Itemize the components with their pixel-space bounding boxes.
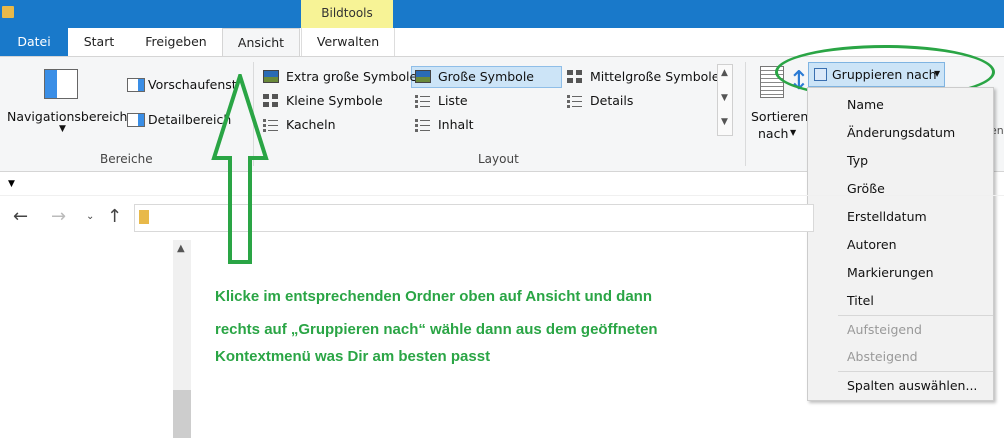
scrollbar-thumb[interactable] — [173, 390, 191, 438]
chevron-down-icon[interactable]: ▼ — [59, 124, 66, 134]
instruction-line-1: Klicke im entsprechenden Ordner oben auf… — [215, 288, 653, 305]
menu-item-tags[interactable]: Markierungen — [847, 265, 934, 280]
folder-icon — [139, 210, 149, 224]
tab-ansicht[interactable]: Ansicht — [222, 28, 300, 58]
layout-small-icons[interactable]: Kleine Symbole — [286, 93, 383, 108]
menu-separator — [838, 371, 993, 372]
tab-verwalten[interactable]: Verwalten — [301, 28, 395, 56]
gallery-expand-icon[interactable]: ▼ — [721, 117, 728, 127]
large-icons-icon — [415, 70, 431, 83]
sort-by-button-line2[interactable]: nach — [758, 126, 788, 141]
layout-content[interactable]: Inhalt — [438, 117, 474, 132]
sort-by-button[interactable]: Sortieren — [751, 109, 808, 124]
layout-large-icons[interactable]: Große Symbole — [438, 69, 534, 84]
back-arrow-icon[interactable]: ← — [13, 206, 28, 227]
layout-details[interactable]: Details — [590, 93, 633, 108]
preview-pane-icon[interactable] — [127, 78, 145, 92]
tab-freigeben[interactable]: Freigeben — [134, 28, 218, 56]
group-label-layout: Layout — [478, 152, 519, 166]
menu-item-modified-date[interactable]: Änderungsdatum — [847, 125, 955, 140]
menu-item-name[interactable]: Name — [847, 97, 884, 112]
chevron-down-icon[interactable]: ▼ — [790, 128, 796, 137]
forward-arrow-icon[interactable]: → — [51, 206, 66, 227]
content-icon — [415, 118, 431, 132]
menu-item-created-date[interactable]: Erstelldatum — [847, 209, 927, 224]
list-icon — [415, 94, 431, 108]
group-label-bereiche: Bereiche — [100, 152, 153, 166]
quick-access-dropdown-icon[interactable]: ▼ — [8, 179, 15, 189]
instruction-line-3: Kontextmenü was Dir am besten passt — [215, 348, 491, 365]
layout-medium-icons[interactable]: Mittelgroße Symbole — [590, 69, 719, 84]
layout-extra-large-icons[interactable]: Extra große Symbole — [286, 69, 417, 84]
menu-item-choose-columns[interactable]: Spalten auswählen... — [847, 378, 977, 393]
scroll-down-icon[interactable]: ▼ — [721, 93, 728, 103]
menu-separator — [838, 315, 993, 316]
recent-locations-icon[interactable]: ⌄ — [86, 211, 94, 222]
navigation-pane-icon[interactable] — [44, 69, 78, 99]
ribbon-separator — [745, 62, 746, 166]
layout-list[interactable]: Liste — [438, 93, 468, 108]
navigation-pane-button[interactable]: Navigationsbereich — [7, 109, 127, 124]
details-icon — [567, 94, 583, 108]
medium-icons-icon — [567, 70, 583, 84]
annotation-arrow-icon — [211, 74, 269, 264]
title-bar — [0, 0, 1004, 28]
menu-item-authors[interactable]: Autoren — [847, 237, 897, 252]
menu-item-descending[interactable]: Absteigend — [847, 349, 918, 364]
tab-start[interactable]: Start — [72, 28, 126, 56]
context-tab-label: Bildtools — [301, 0, 393, 28]
scroll-up-icon[interactable]: ▲ — [721, 68, 728, 78]
details-pane-icon[interactable] — [127, 113, 145, 127]
instruction-line-2: rechts auf „Gruppieren nach“ wähle dann … — [215, 321, 658, 338]
folder-icon — [2, 6, 14, 18]
scroll-up-icon[interactable]: ▲ — [177, 243, 185, 254]
menu-item-size[interactable]: Größe — [847, 181, 885, 196]
menu-item-title[interactable]: Titel — [847, 293, 874, 308]
menu-item-ascending[interactable]: Aufsteigend — [847, 322, 922, 337]
up-arrow-icon[interactable]: ↑ — [107, 206, 122, 227]
divider — [0, 195, 1004, 196]
tab-datei[interactable]: Datei — [0, 28, 68, 56]
layout-gallery-scroll[interactable]: ▲ ▼ ▼ — [717, 64, 733, 136]
menu-item-type[interactable]: Typ — [847, 153, 868, 168]
layout-tiles[interactable]: Kacheln — [286, 117, 336, 132]
